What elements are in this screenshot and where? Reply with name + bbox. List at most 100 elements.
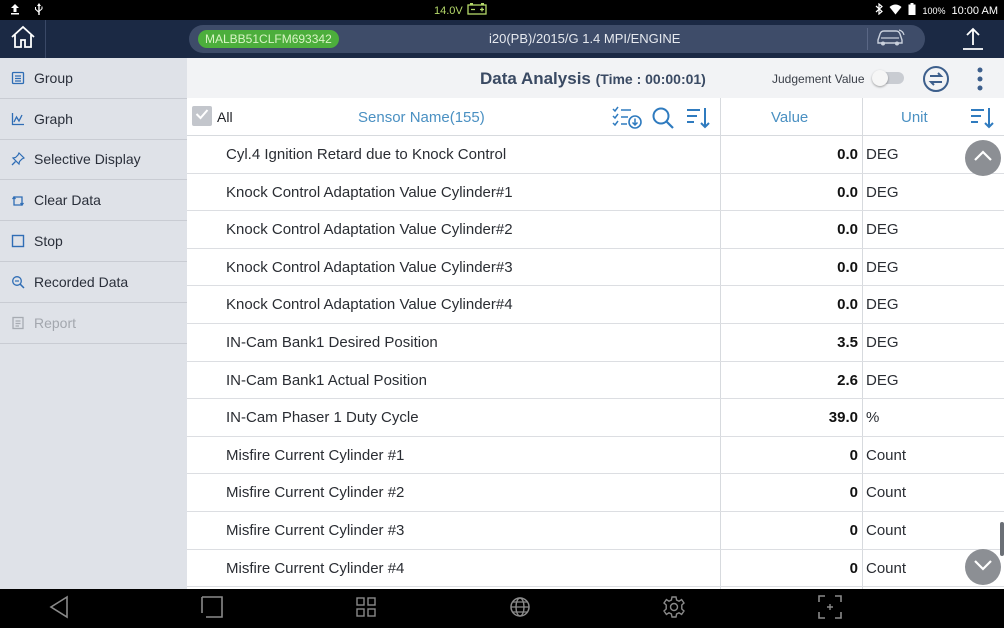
table-row[interactable]: Misfire Current Cylinder #1 0 Count: [187, 437, 1004, 475]
voltage-indicator: 14.0V: [434, 3, 487, 18]
sensor-value: 0.0: [837, 258, 858, 276]
settings-button[interactable]: [660, 595, 688, 623]
sensor-value: 0: [849, 446, 858, 464]
screenshot-icon: [817, 594, 843, 625]
sidebar-item-label: Report: [34, 314, 77, 331]
sensor-name-header[interactable]: Sensor Name(155): [358, 109, 485, 126]
battery-icon: [908, 3, 916, 18]
table-row[interactable]: IN-Cam Bank1 Actual Position 2.6 DEG: [187, 362, 1004, 400]
sensor-unit: Count: [866, 484, 907, 502]
sensor-name: Misfire Current Cylinder #1: [226, 446, 405, 464]
scroll-down-button[interactable]: [965, 549, 1001, 585]
sidebar-item-group[interactable]: Group: [0, 58, 187, 99]
sidebar-item-graph[interactable]: Graph: [0, 99, 187, 140]
sidebar-item-label: Clear Data: [34, 192, 101, 209]
back-button[interactable]: [45, 595, 73, 623]
scrollbar-thumb[interactable]: [1000, 522, 1004, 556]
sidebar-item-recorded-data[interactable]: Recorded Data: [0, 262, 187, 303]
judgement-value-label: Judgement Value: [772, 72, 865, 86]
sensor-unit: DEG: [866, 333, 899, 351]
upload-button[interactable]: [960, 26, 986, 52]
select-all-checkbox[interactable]: [192, 106, 212, 126]
back-icon: [48, 595, 70, 624]
sidebar-item-stop[interactable]: Stop: [0, 221, 187, 262]
bluetooth-icon: [875, 2, 884, 18]
clear-icon: [10, 192, 26, 208]
sensor-unit: Count: [866, 559, 907, 577]
table-row[interactable]: Misfire Current Cylinder #4 0 Count: [187, 550, 1004, 588]
table-row[interactable]: IN-Cam Bank1 Desired Position 3.5 DEG: [187, 324, 1004, 362]
sensor-unit: DEG: [866, 146, 899, 163]
sensor-value: 0: [849, 484, 858, 502]
chevron-up-icon: [973, 149, 993, 167]
sensor-name: Knock Control Adaptation Value Cylinder#…: [226, 258, 513, 276]
sensor-value: 0.0: [837, 221, 858, 239]
judgement-value-toggle[interactable]: [872, 70, 904, 86]
clock: 10:00 AM: [951, 4, 998, 17]
sort-unit-button[interactable]: [969, 106, 997, 130]
table-row[interactable]: Misfire Current Cylinder #3 0 Count: [187, 512, 1004, 550]
sensor-unit: DEG: [866, 296, 899, 314]
sensor-value: 0: [849, 559, 858, 577]
unit-header: Unit: [901, 109, 928, 126]
more-vertical-icon: [975, 67, 985, 96]
table-row[interactable]: Misfire Current Cylinder #2 0 Count: [187, 474, 1004, 512]
wifi-icon: [889, 4, 902, 18]
grid-icon: [356, 596, 376, 622]
recorded-icon: [10, 274, 26, 290]
sensor-value: 0.0: [837, 296, 858, 314]
sidebar-item-selective-display[interactable]: Selective Display: [0, 140, 187, 181]
sensor-name: IN-Cam Bank1 Desired Position: [226, 333, 438, 351]
swap-view-button[interactable]: [922, 65, 950, 93]
sensor-value: 0.0: [837, 146, 858, 163]
recent-apps-button[interactable]: [352, 595, 380, 623]
sensor-unit: Count: [866, 446, 907, 464]
vin-badge: MALBB51CLFM693342: [198, 30, 339, 48]
sidebar-item-clear-data[interactable]: Clear Data: [0, 180, 187, 222]
table-row[interactable]: Knock Control Adaptation Value Cylinder#…: [187, 249, 1004, 287]
upload-status-icon: [10, 3, 20, 18]
vehicle-name: i20(PB)/2015/G 1.4 MPI/ENGINE: [489, 31, 681, 46]
sensor-name: Knock Control Adaptation Value Cylinder#…: [226, 296, 513, 314]
scroll-up-button[interactable]: [965, 140, 1001, 176]
search-button[interactable]: [651, 106, 679, 130]
vehicle-select-button[interactable]: [867, 28, 913, 50]
more-options-button[interactable]: [975, 66, 985, 92]
sensor-value: 3.5: [837, 333, 858, 351]
sensor-name: IN-Cam Bank1 Actual Position: [226, 371, 427, 389]
table-header: All Sensor Name(155) Value Unit: [187, 98, 1004, 136]
sensor-unit: DEG: [866, 371, 899, 389]
sensor-name: Misfire Current Cylinder #2: [226, 484, 405, 502]
check-icon: [195, 107, 209, 125]
page-title-text: Data Analysis: [480, 69, 591, 88]
filter-list-button[interactable]: [611, 106, 642, 130]
stop-icon: [10, 233, 26, 249]
browser-button[interactable]: [506, 595, 534, 623]
chevron-down-icon: [973, 558, 993, 576]
table-row[interactable]: Knock Control Adaptation Value Cylinder#…: [187, 211, 1004, 249]
table-row[interactable]: Knock Control Adaptation Value Cylinder#…: [187, 286, 1004, 324]
vehicle-info-bar: MALBB51CLFM693342 i20(PB)/2015/G 1.4 MPI…: [189, 25, 925, 53]
group-icon: [10, 70, 26, 86]
home-nav-button[interactable]: [198, 595, 226, 623]
table-row[interactable]: IN-Cam Phaser 1 Duty Cycle 39.0%: [187, 399, 1004, 437]
globe-icon: [509, 596, 531, 623]
elapsed-time: (Time : 00:00:01): [595, 71, 706, 87]
sidebar-item-label: Selective Display: [34, 151, 141, 168]
sort-sensor-button[interactable]: [685, 106, 713, 130]
sensor-unit: %: [866, 409, 880, 427]
table-row[interactable]: Knock Control Adaptation Value Cylinder#…: [187, 174, 1004, 212]
app-header: MALBB51CLFM693342 i20(PB)/2015/G 1.4 MPI…: [0, 20, 1004, 58]
sensor-unit: DEG: [866, 258, 899, 276]
usb-icon: [34, 3, 44, 18]
home-button[interactable]: [0, 20, 46, 58]
sort-icon: [969, 108, 995, 134]
sensor-value: 39.0: [828, 409, 858, 427]
table-row[interactable]: Cyl.4 Ignition Retard due to Knock Contr…: [187, 136, 1004, 174]
car-icon: [875, 27, 907, 52]
square-icon: [200, 595, 224, 624]
sensor-table: Cyl.4 Ignition Retard due to Knock Contr…: [187, 136, 1004, 588]
screenshot-button[interactable]: [816, 594, 844, 625]
gear-icon: [662, 595, 686, 624]
page-title: Data Analysis (Time : 00:00:01): [480, 69, 706, 89]
